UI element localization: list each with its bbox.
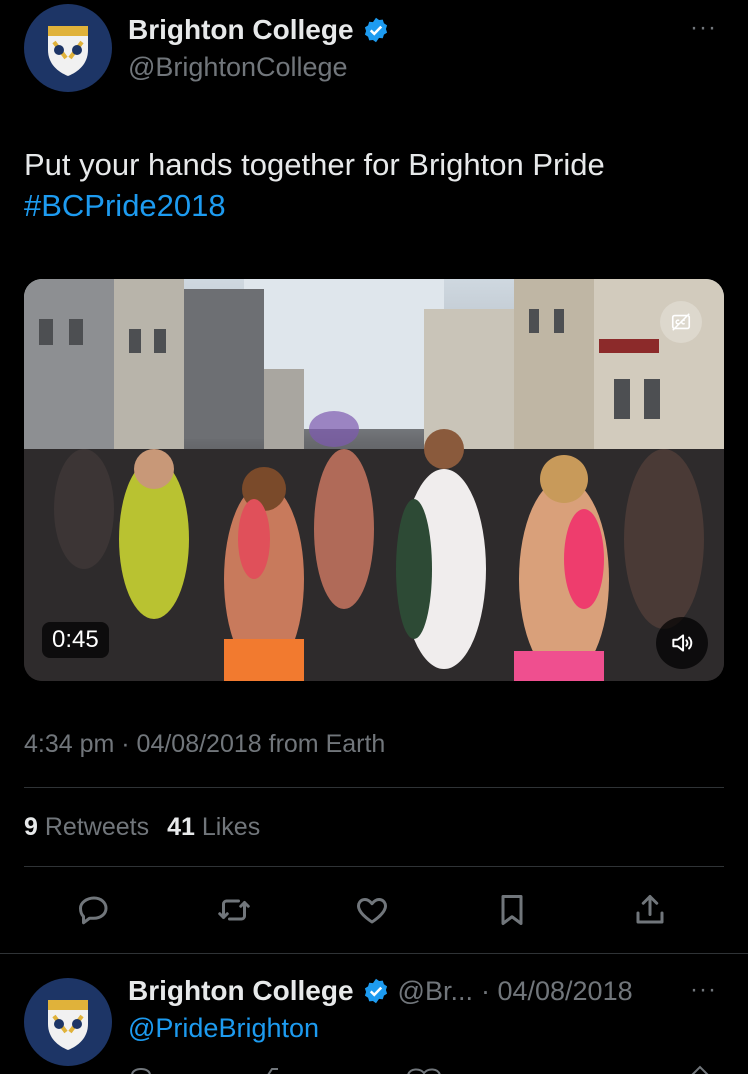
reply-author-row[interactable]: Brighton College @Br... · 04/08/2018 (128, 975, 633, 1007)
college-crest-icon (48, 1000, 88, 1050)
tweet-action-bar (0, 888, 748, 938)
retweets-count: 9 (24, 813, 38, 841)
tweet-timestamp[interactable]: 4:34 pm · 04/08/2018 from Earth (24, 730, 385, 759)
author-handle[interactable]: @BrightonCollege (128, 52, 348, 83)
reply-mention-link[interactable]: @PrideBrighton (128, 1013, 319, 1044)
tweet-video[interactable]: 0:45 (24, 279, 724, 681)
retweets-label: Retweets (44, 813, 150, 841)
reply-author-avatar[interactable] (24, 978, 112, 1066)
video-frame-image (24, 279, 724, 681)
likes-label: Likes (201, 813, 261, 841)
reply-action-bar-partial (0, 1062, 748, 1074)
share-icon (636, 895, 664, 924)
reply-author-display-name[interactable]: Brighton College (128, 975, 354, 1007)
verified-badge-icon (364, 978, 387, 1004)
likes-stat[interactable]: 41 Likes (167, 813, 260, 842)
reply-more-options-icon[interactable]: ··· (690, 976, 717, 1004)
likes-count: 41 (167, 813, 195, 841)
like-button[interactable] (350, 888, 394, 932)
bookmark-icon (501, 895, 523, 925)
reply-date[interactable]: · 04/08/2018 (481, 976, 633, 1007)
video-duration: 0:45 (42, 622, 109, 658)
divider (24, 787, 724, 788)
author-name-row[interactable]: Brighton College (128, 14, 390, 46)
retweet-button[interactable] (212, 888, 256, 932)
captions-button[interactable] (660, 301, 702, 343)
divider (24, 866, 724, 867)
bookmark-button[interactable] (490, 888, 534, 932)
tweet-text: Put your hands together for Brighton Pri… (24, 147, 605, 182)
reply-author-handle[interactable]: @Br... (398, 976, 473, 1007)
share-button[interactable] (628, 888, 672, 932)
more-options-icon[interactable]: ··· (690, 14, 717, 42)
mute-toggle-button[interactable] (656, 617, 708, 669)
reply-button[interactable] (72, 888, 116, 932)
college-crest-icon (48, 26, 88, 76)
tweet-text-block: Put your hands together for Brighton Pri… (24, 144, 714, 226)
retweet-icon (218, 899, 250, 921)
volume-icon (672, 634, 693, 652)
divider (0, 953, 748, 954)
verified-badge-icon (364, 17, 387, 43)
author-avatar[interactable] (24, 4, 112, 92)
tweet-hashtag-link[interactable]: #BCPride2018 (24, 185, 714, 226)
tweet-stats: 9 Retweets 41 Likes (24, 813, 260, 842)
partial-action-icons (131, 1065, 709, 1074)
retweets-stat[interactable]: 9 Retweets (24, 813, 149, 842)
captions-icon (671, 313, 691, 331)
reply-icon (79, 896, 108, 925)
author-display-name[interactable]: Brighton College (128, 14, 354, 46)
like-icon (357, 898, 387, 924)
